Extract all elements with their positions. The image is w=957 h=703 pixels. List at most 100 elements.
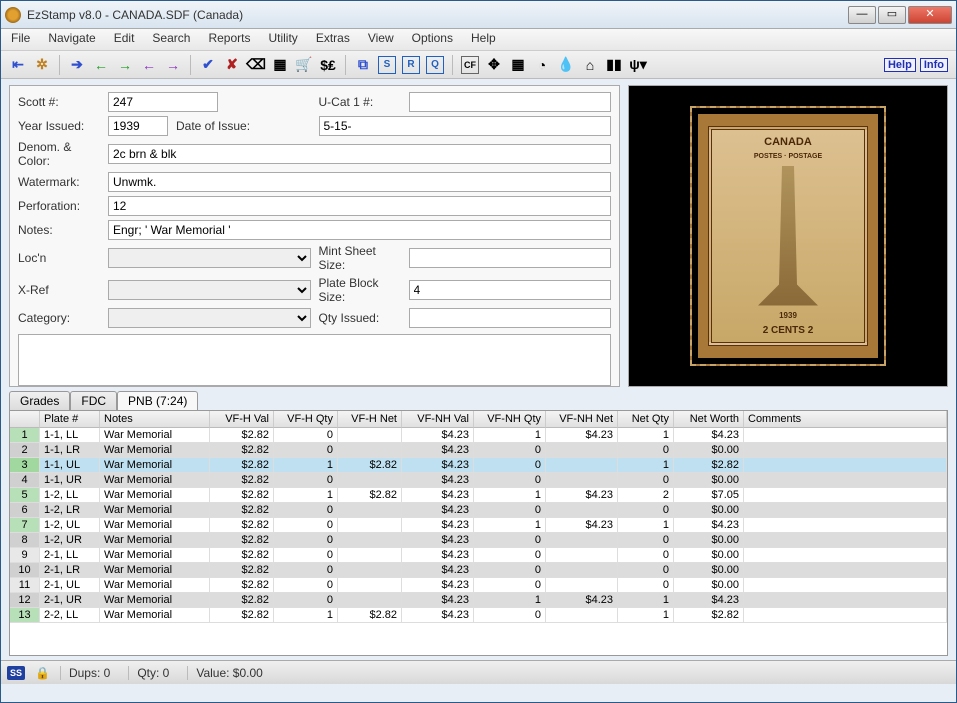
qty-input[interactable]	[409, 308, 612, 328]
cell-hv[interactable]: $2.82	[210, 608, 274, 623]
cell-hv[interactable]: $2.82	[210, 578, 274, 593]
col-vfnh-net[interactable]: VF-NH Net	[546, 411, 618, 428]
cell-rownum[interactable]: 7	[10, 518, 40, 533]
cell-nw[interactable]: $0.00	[674, 443, 744, 458]
cell-nw[interactable]: $2.82	[674, 458, 744, 473]
loc-select[interactable]	[108, 248, 311, 268]
cell-hv[interactable]: $2.82	[210, 473, 274, 488]
cell-c[interactable]	[744, 458, 947, 473]
cell-hq[interactable]: 0	[274, 578, 338, 593]
grid-icon[interactable]: ▦	[271, 56, 289, 74]
cell-hv[interactable]: $2.82	[210, 593, 274, 608]
nav-next-blue-icon[interactable]: ➔	[68, 56, 86, 74]
cell-c[interactable]	[744, 503, 947, 518]
nav-first-icon[interactable]: ⇤	[9, 56, 27, 74]
cell-notes[interactable]: War Memorial	[100, 428, 210, 443]
cell-hv[interactable]: $2.82	[210, 518, 274, 533]
minimize-button[interactable]: —	[848, 6, 876, 24]
cell-hq[interactable]: 0	[274, 533, 338, 548]
col-rownum[interactable]	[10, 411, 40, 428]
col-vfnh-val[interactable]: VF-NH Val	[402, 411, 474, 428]
cell-hv[interactable]: $2.82	[210, 458, 274, 473]
calc-icon[interactable]: ⌂	[581, 56, 599, 74]
cell-hn[interactable]	[338, 578, 402, 593]
bars-icon[interactable]: ▮▮	[605, 56, 623, 74]
stamp-image-panel[interactable]: CANADA POSTES · POSTAGE 1939 2 CENTS 2	[628, 85, 948, 387]
col-net-worth[interactable]: Net Worth	[674, 411, 744, 428]
cell-hn[interactable]	[338, 473, 402, 488]
menu-search[interactable]: Search	[152, 31, 190, 48]
cell-plate[interactable]: 1-2, LR	[40, 503, 100, 518]
cell-nhq[interactable]: 1	[474, 593, 546, 608]
q-icon[interactable]: Q	[426, 56, 444, 74]
year-input[interactable]	[108, 116, 168, 136]
cell-c[interactable]	[744, 518, 947, 533]
cell-nhn[interactable]	[546, 548, 618, 563]
notes-input[interactable]	[108, 220, 611, 240]
cell-nhn[interactable]: $4.23	[546, 488, 618, 503]
cell-hq[interactable]: 0	[274, 428, 338, 443]
currency-icon[interactable]: $₤	[319, 56, 337, 74]
cell-plate[interactable]: 2-1, UR	[40, 593, 100, 608]
cell-nhq[interactable]: 0	[474, 533, 546, 548]
cell-nq[interactable]: 1	[618, 428, 674, 443]
cell-nhq[interactable]: 1	[474, 428, 546, 443]
cell-hv[interactable]: $2.82	[210, 533, 274, 548]
menu-edit[interactable]: Edit	[114, 31, 135, 48]
mint-input[interactable]	[409, 248, 612, 268]
cell-hq[interactable]: 0	[274, 518, 338, 533]
cell-rownum[interactable]: 12	[10, 593, 40, 608]
cell-plate[interactable]: 2-1, LL	[40, 548, 100, 563]
maximize-button[interactable]: ▭	[878, 6, 906, 24]
nav-prev-purple-icon[interactable]: ←	[140, 56, 158, 74]
cell-plate[interactable]: 2-1, LR	[40, 563, 100, 578]
cell-nw[interactable]: $0.00	[674, 533, 744, 548]
pbs-input[interactable]	[409, 280, 612, 300]
cell-hv[interactable]: $2.82	[210, 503, 274, 518]
cell-hn[interactable]	[338, 443, 402, 458]
grid-body[interactable]: 11-1, LLWar Memorial$2.820$4.231$4.231$4…	[10, 428, 947, 655]
cat-select[interactable]	[108, 308, 311, 328]
cell-nhv[interactable]: $4.23	[402, 488, 474, 503]
cancel-icon[interactable]: ✘	[223, 56, 241, 74]
cell-c[interactable]	[744, 428, 947, 443]
cell-hn[interactable]	[338, 518, 402, 533]
nav-next-purple-icon[interactable]: →	[164, 56, 182, 74]
doi-input[interactable]	[319, 116, 612, 136]
xref-select[interactable]	[108, 280, 311, 300]
cell-notes[interactable]: War Memorial	[100, 533, 210, 548]
cell-nhn[interactable]	[546, 458, 618, 473]
cell-nhq[interactable]: 0	[474, 473, 546, 488]
cell-nhv[interactable]: $4.23	[402, 578, 474, 593]
cell-c[interactable]	[744, 608, 947, 623]
cell-hq[interactable]: 0	[274, 473, 338, 488]
menu-extras[interactable]: Extras	[316, 31, 350, 48]
cell-notes[interactable]: War Memorial	[100, 608, 210, 623]
cell-nhn[interactable]: $4.23	[546, 593, 618, 608]
r-icon[interactable]: R	[402, 56, 420, 74]
cell-c[interactable]	[744, 443, 947, 458]
wmk-input[interactable]	[108, 172, 611, 192]
menu-options[interactable]: Options	[412, 31, 453, 48]
freeform-notes[interactable]	[18, 334, 611, 386]
cell-nhv[interactable]: $4.23	[402, 458, 474, 473]
cell-nw[interactable]: $7.05	[674, 488, 744, 503]
col-plate[interactable]: Plate #	[40, 411, 100, 428]
cell-nq[interactable]: 1	[618, 458, 674, 473]
cell-hq[interactable]: 0	[274, 593, 338, 608]
cell-plate[interactable]: 1-1, UL	[40, 458, 100, 473]
cell-nq[interactable]: 0	[618, 533, 674, 548]
cog-icon[interactable]: ✥	[485, 56, 503, 74]
cell-c[interactable]	[744, 548, 947, 563]
help-button[interactable]: Help	[884, 58, 916, 72]
link-icon[interactable]: ⧉	[354, 56, 372, 74]
cf-icon[interactable]: CF	[461, 56, 479, 74]
cell-notes[interactable]: War Memorial	[100, 488, 210, 503]
tab-fdc[interactable]: FDC	[70, 391, 117, 410]
cell-nhq[interactable]: 1	[474, 488, 546, 503]
cell-nw[interactable]: $0.00	[674, 563, 744, 578]
nav-prev-green-icon[interactable]: ←	[92, 56, 110, 74]
cell-nq[interactable]: 0	[618, 548, 674, 563]
cell-plate[interactable]: 1-1, UR	[40, 473, 100, 488]
cell-rownum[interactable]: 9	[10, 548, 40, 563]
